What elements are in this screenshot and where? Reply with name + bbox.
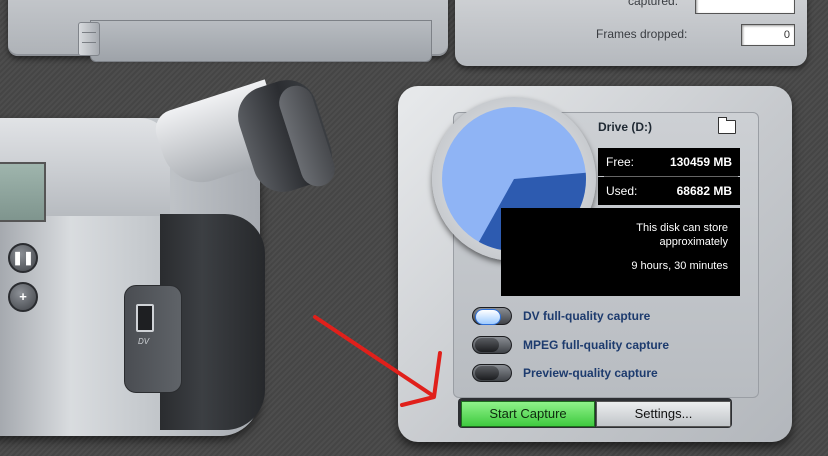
preview-quality-toggle[interactable]	[472, 364, 512, 382]
capacity-info-box: This disk can store approximately 9 hour…	[501, 208, 740, 296]
settings-button[interactable]: Settings...	[596, 401, 731, 427]
free-value: 130459 MB	[669, 155, 732, 169]
captured-value	[695, 0, 795, 14]
mpeg-quality-toggle[interactable]	[472, 336, 512, 354]
annotation-arrow	[313, 315, 442, 407]
arrow-shaft	[313, 315, 434, 397]
drive-label: Drive (D:)	[598, 120, 653, 134]
pause-icon[interactable]: ❚❚	[8, 243, 38, 273]
panel-grip[interactable]	[78, 22, 100, 56]
info-line-2: approximately	[659, 236, 728, 248]
preview-quality-label[interactable]: Preview-quality capture	[523, 366, 658, 380]
frames-dropped-value: 0	[741, 24, 795, 46]
camcorder-lcd	[0, 162, 46, 222]
mpeg-quality-label[interactable]: MPEG full-quality capture	[523, 338, 669, 352]
free-space-row: Free: 130459 MB	[598, 148, 740, 176]
dv-quality-toggle[interactable]	[472, 307, 512, 325]
info-line-1: This disk can store	[636, 222, 728, 234]
info-line-3: 9 hours, 30 minutes	[631, 260, 728, 272]
plus-icon[interactable]: +	[8, 282, 38, 312]
frames-dropped-label: Frames dropped:	[596, 27, 688, 41]
dv-quality-label[interactable]: DV full-quality capture	[523, 309, 650, 323]
used-label: Used:	[606, 184, 638, 198]
used-value: 68682 MB	[676, 184, 732, 198]
dv-label: DV	[138, 337, 150, 346]
dv-port-icon	[136, 304, 154, 332]
start-capture-button[interactable]: Start Capture	[461, 401, 595, 427]
preview-frame	[90, 20, 432, 62]
free-label: Free:	[606, 155, 635, 169]
dv-port-panel	[124, 285, 182, 393]
used-space-row: Used: 68682 MB	[598, 177, 740, 205]
folder-icon[interactable]	[718, 117, 736, 134]
captured-label: captured:	[628, 0, 679, 8]
